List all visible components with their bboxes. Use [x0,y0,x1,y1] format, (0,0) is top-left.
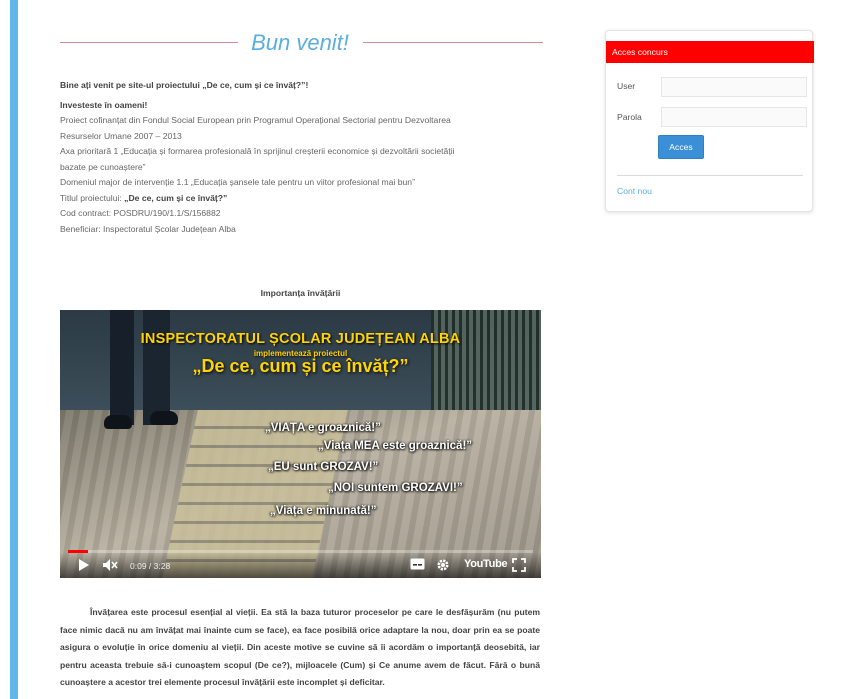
project-intro: Bine ați venit pe site-ul proiectului „D… [60,78,540,237]
widget-title: Acces concurs [606,41,814,63]
widget-divider [617,175,803,176]
video-phrase: „Viața e minunată!” [270,505,377,517]
video-progress-bar[interactable] [68,550,533,553]
video-phrase: „NOI suntem GROZAVI!” [328,482,463,494]
intro-contract-code: Cod contract: POSDRU/190/1.1/S/156882 [60,208,221,218]
left-accent-bar [10,0,18,699]
fullscreen-icon[interactable] [512,558,526,572]
mute-icon[interactable] [102,558,118,572]
password-label: Parola [617,112,642,122]
access-button[interactable]: Acces [658,135,704,159]
intro-program-years: Resurselor Umane 2007 – 2013 [60,130,182,141]
intro-cofinancing: Proiect cofinanțat din Fondul Social Eur… [60,115,451,125]
contest-login-widget: Acces concurs User Parola Acces Cont nou [605,30,814,212]
article-text: Învățarea este procesul esențial al vieț… [60,607,540,688]
intro-slogan: Investeste în oameni! [60,99,148,110]
user-label: User [617,81,636,91]
intro-priority-axis: Axa prioritară 1 „Educația și formarea p… [60,146,455,156]
intro-project-title: Titlul proiectului: „De ce, cum și ce în… [60,192,228,203]
video-phrase: „EU sunt GROZAV!” [268,461,379,473]
video-phrase: „VIAȚA e groaznică!” [265,422,381,434]
video-section-title: Importanța învățării [260,288,341,298]
intro-welcome-line: Bine ați venit pe site-ul proiectului „D… [60,80,309,90]
play-icon[interactable] [78,558,90,572]
settings-gear-icon[interactable] [436,558,450,572]
password-input[interactable] [661,107,807,127]
intro-major-domain: Domeniul major de intervenție 1.1 „Educa… [60,177,415,187]
user-input[interactable] [661,77,807,97]
video-project-title: „De ce, cum și ce învăț?” [192,356,409,376]
intro-priority-axis-cont: bazate pe cunoaștere” [60,161,146,172]
welcome-header: Bun venit! [58,30,543,60]
title-divider-left [60,42,238,43]
youtube-logo[interactable]: YouTube [464,558,508,570]
captions-icon[interactable] [410,558,425,570]
new-account-link[interactable]: Cont nou [617,186,652,196]
video-headline: INSPECTORATUL ȘCOLAR JUDEȚEAN ALBA [140,331,461,347]
youtube-video-player[interactable]: INSPECTORATUL ȘCOLAR JUDEȚEAN ALBA imple… [60,310,541,578]
page-title: Bun venit! [251,30,349,55]
video-phrase: „Viața MEA este groaznică!” [318,440,473,452]
title-divider-right [363,42,543,43]
intro-beneficiary: Beneficiar: Inspectoratul Școlar Județea… [60,223,236,234]
video-time-display: 0:09 / 3:28 [130,561,171,571]
video-progress-fill [68,550,88,553]
